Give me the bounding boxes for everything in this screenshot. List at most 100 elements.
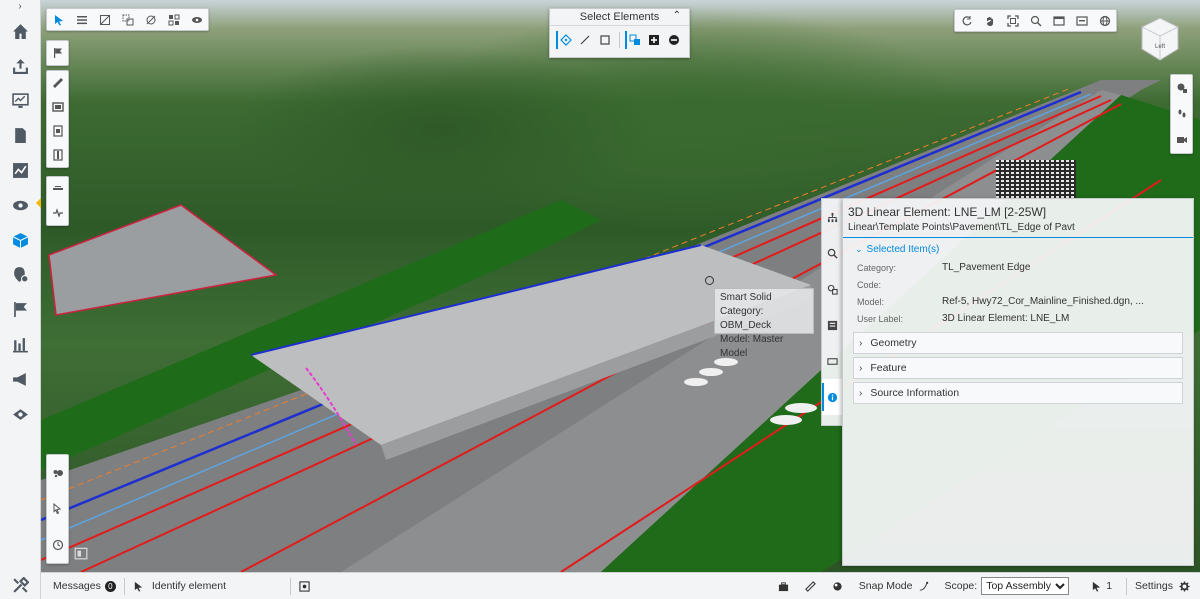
selection-count[interactable]: 1 (1077, 573, 1126, 599)
view-cube[interactable]: Left (1140, 16, 1180, 62)
select-elements-title: Select Elements (579, 11, 660, 23)
cross-section-button[interactable] (47, 177, 68, 201)
expand-sidebar-icon[interactable]: › (0, 0, 40, 14)
select-mode-new-button[interactable] (624, 31, 642, 49)
globe-button[interactable] (1093, 10, 1116, 31)
sidebar-item-present[interactable] (0, 84, 41, 119)
fit-view-button[interactable] (1001, 10, 1024, 31)
rotate-icon (962, 15, 972, 25)
hide-icon (146, 15, 155, 24)
snap-icon (919, 581, 928, 591)
walk-button[interactable] (1171, 101, 1192, 127)
globe-icon (1099, 15, 1110, 26)
info-panel-path: Linear\Template Points\Pavement\TL_Edge … (843, 219, 1193, 238)
toolbox-button[interactable] (770, 573, 797, 599)
source-information-group[interactable]: › Source Information (853, 382, 1183, 404)
camera-preview-icon[interactable] (74, 546, 92, 564)
rotate-button[interactable] (955, 10, 978, 31)
select-mode-add-button[interactable] (645, 31, 662, 49)
pan-button[interactable] (978, 10, 1001, 31)
sidebar-item-home[interactable] (0, 14, 41, 49)
select-line-button[interactable] (576, 31, 593, 49)
search-settings-button[interactable] (1171, 75, 1192, 101)
clip-icon (52, 149, 63, 161)
chevron-up-icon[interactable]: ⌃ (673, 10, 681, 21)
snap-mode-button[interactable]: Snap Mode (851, 573, 937, 599)
select-box-button[interactable] (597, 31, 614, 49)
menu-button[interactable] (70, 9, 93, 30)
sidebar-item-tools[interactable] (0, 572, 41, 599)
select-tool-button[interactable] (47, 9, 70, 30)
select-elements-header[interactable]: Select Elements ⌃ (550, 9, 689, 26)
search-icon (827, 248, 838, 259)
previous-view-button[interactable] (1070, 10, 1093, 31)
tooltip-line: Smart Solid (720, 292, 772, 303)
flag-icon (53, 48, 62, 58)
group-label: Geometry (870, 337, 917, 349)
tab-properties-table[interactable] (822, 307, 842, 343)
show-all-button[interactable] (185, 9, 208, 30)
camera-button[interactable] (1171, 127, 1192, 153)
cube-icon (12, 232, 29, 248)
section-plane-icon (52, 125, 63, 137)
section-plane-button[interactable] (47, 119, 68, 143)
measure-button[interactable] (47, 71, 68, 95)
chevron-right-icon: › (859, 362, 863, 374)
tab-viewport[interactable] (822, 343, 842, 379)
selected-items-toggle[interactable]: ⌄ Selected Item(s) (843, 238, 1193, 257)
sidebar-item-documents[interactable] (0, 118, 41, 153)
sidebar-item-upload[interactable] (0, 49, 41, 84)
timer-button[interactable] (47, 527, 68, 563)
sidebar-item-visibility[interactable] (0, 188, 41, 223)
sidebar-item-views[interactable] (0, 397, 41, 432)
edit-tool-button[interactable] (47, 491, 68, 527)
shapes-icon (827, 284, 838, 295)
render-mode-button[interactable] (824, 573, 851, 599)
element-tooltip: Smart Solid Category: OBM_Deck Model: Ma… (714, 288, 814, 359)
snap-mode-label: Snap Mode (858, 580, 913, 592)
select-mode-remove-button[interactable] (666, 31, 683, 49)
property-row: User Label: 3D Linear Element: LNE_LM (857, 310, 1183, 327)
sidebar-item-announce[interactable] (0, 362, 41, 397)
view-attributes-button[interactable] (291, 573, 318, 599)
clear-selection-button[interactable] (93, 9, 116, 30)
fit-view-icon (1006, 14, 1019, 27)
isolate-button[interactable] (116, 9, 139, 30)
emphasize-button[interactable] (162, 9, 185, 30)
messages-button[interactable]: Messages 0 (41, 573, 124, 599)
tab-shapes[interactable] (822, 271, 842, 307)
sidebar-item-flags[interactable] (0, 292, 41, 327)
sidebar-marker (36, 197, 41, 208)
flag-tool-button[interactable] (47, 41, 68, 65)
window-area-button[interactable] (1047, 10, 1070, 31)
sidebar-item-reports[interactable] (0, 327, 41, 362)
tab-hierarchy[interactable] (822, 199, 842, 235)
messages-count-badge: 0 (104, 580, 116, 592)
section-box-button[interactable] (47, 95, 68, 119)
feature-group[interactable]: › Feature (853, 357, 1183, 379)
zoom-button[interactable] (1024, 10, 1047, 31)
selected-items-label: Selected Item(s) (866, 244, 940, 255)
settings-button[interactable]: Settings (1127, 573, 1200, 599)
scope-select[interactable]: Top Assembly (981, 577, 1070, 595)
animation-button[interactable] (47, 455, 68, 491)
measure-status-button[interactable] (797, 573, 824, 599)
group-label: Feature (870, 362, 907, 374)
property-row: Code: (857, 276, 1183, 293)
geometry-group[interactable]: › Geometry (853, 332, 1183, 354)
footprints-icon (1178, 109, 1185, 118)
property-key: Category: (857, 262, 897, 273)
sidebar-item-models[interactable] (0, 223, 41, 258)
scope-label: Scope: (944, 580, 978, 592)
sidebar-item-chart[interactable] (0, 153, 41, 188)
clip-button[interactable] (47, 143, 68, 167)
select-pick-button[interactable] (556, 31, 573, 49)
info-panel-title: 3D Linear Element: LNE_LM [2-25W] (848, 205, 1047, 219)
tab-info[interactable] (822, 379, 842, 415)
profile-button[interactable] (47, 201, 68, 225)
hide-button[interactable] (139, 9, 162, 30)
tab-search[interactable] (822, 235, 842, 271)
sidebar-item-issues[interactable] (0, 258, 41, 293)
cursor-icon (1093, 581, 1101, 592)
main-toolbar (46, 8, 209, 31)
